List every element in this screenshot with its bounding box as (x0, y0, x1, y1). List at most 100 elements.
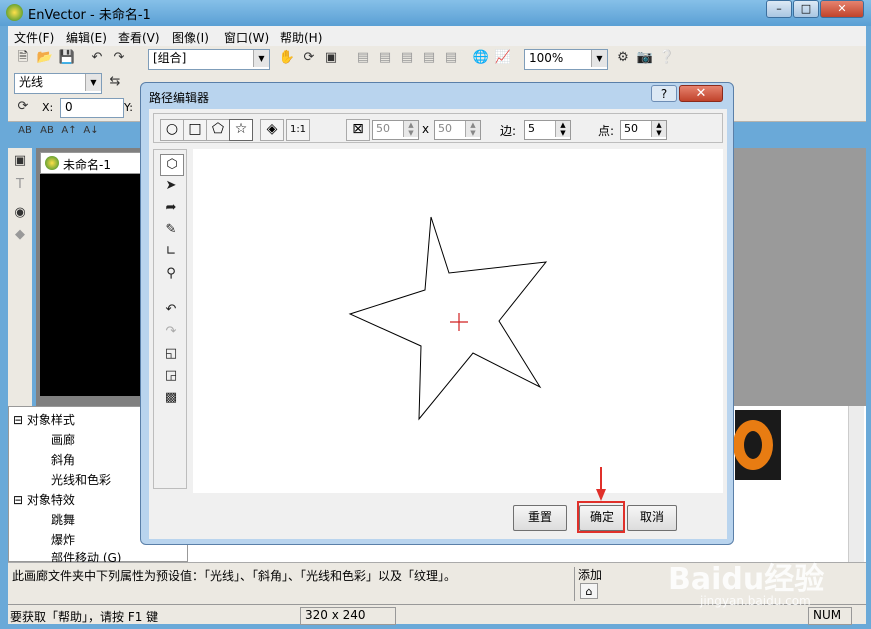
star-path[interactable] (348, 216, 548, 421)
open-folder-icon[interactable]: 📂 (36, 49, 54, 67)
text-ab2-icon[interactable]: AB (38, 122, 56, 140)
export-icon[interactable]: 📷 (636, 49, 654, 67)
gallery-scrollbar[interactable] (848, 406, 864, 562)
gallery-thumbnail-torus[interactable] (733, 410, 781, 480)
star-shape-icon[interactable]: ☆ (229, 119, 253, 141)
menu-file[interactable]: 文件(F) (14, 29, 54, 46)
dialog-help-button[interactable]: ? (651, 85, 677, 102)
center-crosshair-icon[interactable] (450, 313, 468, 331)
rotate-icon[interactable]: ⟳ (300, 49, 318, 67)
width-input[interactable]: 50 ▲ ▼ (372, 120, 419, 140)
app-title: EnVector - 未命名-1 (28, 8, 151, 23)
status-help-text: 要获取「帮助」，请按 F1 键 (10, 610, 159, 624)
menu-view[interactable]: 查看(V) (118, 29, 160, 46)
tree-item[interactable]: 斜角 (51, 451, 75, 468)
sides-input[interactable]: 5 ▲ ▼ (524, 120, 571, 140)
left-tool-strip: ▣ T ◉ ◆ (8, 148, 32, 408)
tree-item[interactable]: 画廊 (51, 431, 75, 448)
maximize-button[interactable]: □ (793, 0, 819, 18)
tree-group-object-effect[interactable]: ⊟ 对象特效 (13, 491, 75, 508)
globe-icon[interactable]: 🌐 (472, 49, 490, 67)
divider (574, 567, 575, 601)
align2-icon[interactable]: ▤ (376, 49, 394, 67)
text-ab-icon[interactable]: AB (16, 122, 34, 140)
save-icon[interactable]: 💾 (58, 49, 76, 67)
menu-help[interactable]: 帮助(H) (280, 29, 322, 46)
undo-icon[interactable]: ↶ (88, 49, 106, 67)
chart-icon[interactable]: 📈 (494, 49, 512, 67)
new-file-icon[interactable]: 🗎 (14, 49, 32, 67)
add-icon[interactable]: ⌂ (580, 583, 598, 599)
tree-item[interactable]: 跳舞 (51, 511, 75, 528)
dialog-close-button[interactable]: ✕ (679, 85, 723, 102)
light-combo[interactable]: 光线 ▼ (14, 73, 102, 94)
canvas[interactable] (40, 174, 150, 396)
document-tab[interactable]: 未命名-1 (40, 152, 150, 174)
x-input[interactable]: 0 (60, 98, 124, 118)
tree-item[interactable]: 光线和色彩 (51, 471, 111, 488)
chevron-down-icon: ▼ (85, 74, 101, 91)
group-combo[interactable]: [组合] ▼ (148, 49, 270, 70)
align-icon[interactable]: ▤ (354, 49, 372, 67)
chevron-down-icon: ▼ (591, 50, 607, 67)
path-canvas[interactable] (193, 149, 723, 493)
path-tool-column: ⬡ ➤ ➦ ✎ ∟ ⚲ ↶ ↷ ◱ ◲ ▩ (153, 149, 187, 489)
zoom-combo[interactable]: 100% ▼ (524, 49, 608, 70)
pentagon-shape-icon[interactable]: ⬠ (206, 119, 230, 141)
select-arrow-icon[interactable]: ➤ (160, 176, 182, 196)
undo-path-icon[interactable]: ↶ (160, 300, 182, 320)
transform-icon[interactable]: ⟳ (14, 98, 32, 116)
center-shape-icon[interactable]: ◈ (260, 119, 284, 141)
light-combo-value: 光线 (19, 75, 44, 89)
pen-tool-icon[interactable]: ✎ (160, 220, 182, 240)
menu-edit[interactable]: 编辑(E) (66, 29, 107, 46)
size-box-icon[interactable]: ⊠ (346, 119, 370, 141)
close-button[interactable]: ✕ (820, 0, 864, 18)
tree-group-object-style[interactable]: ⊟ 对象样式 (13, 411, 75, 428)
redo-icon[interactable]: ↷ (110, 49, 128, 67)
light-arrows-icon[interactable]: ⇆ (106, 73, 124, 91)
curve-tool-icon[interactable]: ∟ (160, 242, 182, 262)
polygon-tool-icon[interactable]: ⬡ (160, 154, 184, 176)
text-tool-icon[interactable]: T (11, 176, 29, 194)
description-text: 此画廊文件夹中下列属性为预设值：「光线」、「斜角」、「光线和色彩」以及「纹理」。 (12, 569, 457, 583)
points-input[interactable]: 50 ▲ ▼ (620, 120, 667, 140)
star-path-drawing (348, 216, 548, 421)
node-select-icon[interactable]: ➦ (160, 198, 182, 218)
tree-group-label: 对象特效 (26, 493, 75, 507)
effect-tool-icon[interactable]: ◆ (11, 226, 29, 244)
dialog-title: 路径编辑器 (149, 91, 210, 105)
dialog-body: ○ □ ⬠ ☆ ◈ 1:1 ⊠ 50 ▲ ▼ x 50 ▲ ▼ 边: 5 ▲ ▼ 点: 50… (149, 109, 727, 539)
square-shape-icon[interactable]: □ (183, 119, 207, 141)
circle-shape-icon[interactable]: ○ (160, 119, 184, 141)
minimize-button[interactable]: – (766, 0, 792, 18)
menu-image[interactable]: 图像(I) (172, 29, 209, 46)
title-bar: EnVector - 未命名-1 – □ ✕ (0, 0, 871, 26)
align3-icon[interactable]: ▤ (398, 49, 416, 67)
shape-tool-icon[interactable]: ◉ (11, 204, 29, 222)
flip-icon[interactable]: ◱ (160, 344, 182, 364)
reset-button[interactable]: 重置 (513, 505, 567, 531)
text-at2-icon[interactable]: A↓ (82, 122, 100, 140)
torus-icon (733, 420, 773, 470)
ratio-icon[interactable]: 1:1 (286, 119, 310, 141)
render-icon[interactable]: ⚙ (614, 49, 632, 67)
add-label: 添加 (578, 568, 603, 582)
mirror-icon[interactable]: ◲ (160, 366, 182, 386)
fit-icon[interactable]: ▣ (322, 49, 340, 67)
help-pointer-icon[interactable]: ❔ (658, 49, 676, 67)
shape-toolbar: ○ □ ⬠ ☆ ◈ 1:1 ⊠ 50 ▲ ▼ x 50 ▲ ▼ 边: 5 ▲ ▼ 点: 50… (153, 113, 723, 143)
align4-icon[interactable]: ▤ (420, 49, 438, 67)
combine-icon[interactable]: ▩ (160, 388, 182, 408)
menu-window[interactable]: 窗口(W) (224, 29, 269, 46)
tree-item[interactable]: 爆炸 (51, 531, 75, 548)
transform-tool-icon[interactable]: ▣ (11, 152, 29, 170)
align5-icon[interactable]: ▤ (442, 49, 460, 67)
text-at-icon[interactable]: A↑ (60, 122, 78, 140)
hand-icon[interactable]: ✋ (278, 49, 296, 67)
sides-label: 边: (500, 124, 517, 138)
height-input[interactable]: 50 ▲ ▼ (434, 120, 481, 140)
redo-path-icon[interactable]: ↷ (160, 322, 182, 342)
zoom-tool-icon[interactable]: ⚲ (160, 264, 182, 284)
cancel-button[interactable]: 取消 (627, 505, 677, 531)
